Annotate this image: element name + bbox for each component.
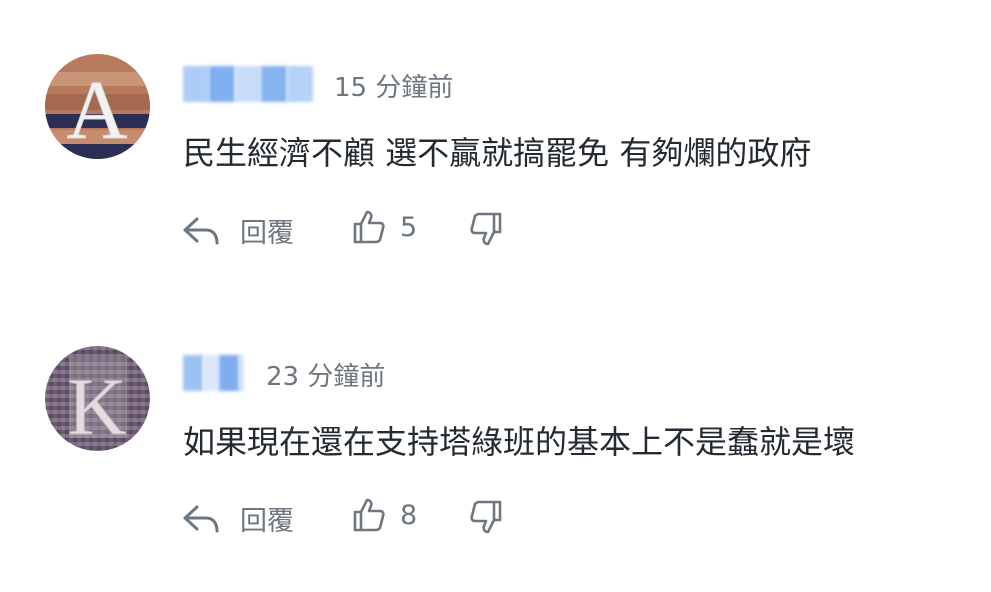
comment-text: 民生經濟不顧 選不贏就搞罷免 有夠爛的政府 — [183, 134, 812, 172]
thumbs-down-icon — [470, 212, 502, 246]
thumbs-down-icon — [470, 500, 502, 534]
comment-timestamp: 23 分鐘前 — [266, 362, 386, 392]
reply-button[interactable]: 回覆 — [182, 499, 294, 538]
comment-text: 如果現在還在支持塔綠班的基本上不是蠢就是壞 — [183, 423, 856, 461]
thumbs-up-icon — [353, 498, 385, 532]
username-redacted[interactable] — [183, 355, 243, 391]
like-button[interactable]: 8 — [352, 497, 417, 533]
avatar[interactable]: A — [45, 54, 150, 159]
reply-label: 回覆 — [240, 506, 294, 537]
avatar-a-image: A — [45, 54, 150, 159]
dislike-button[interactable] — [469, 211, 503, 247]
like-button[interactable]: 5 — [352, 209, 417, 245]
like-count: 8 — [400, 499, 418, 531]
thumbs-up-icon — [353, 210, 385, 244]
like-count: 5 — [400, 211, 418, 243]
dislike-button[interactable] — [469, 499, 503, 535]
username-redacted[interactable] — [183, 66, 313, 102]
reply-label: 回覆 — [240, 218, 294, 249]
comment-timestamp: 15 分鐘前 — [334, 73, 454, 103]
avatar-letter: A — [67, 64, 128, 157]
reply-button[interactable]: 回覆 — [182, 211, 294, 250]
avatar-letter: K — [67, 361, 126, 451]
avatar-k-image: K — [45, 346, 150, 451]
avatar[interactable]: K — [45, 346, 150, 451]
reply-arrow-icon — [183, 217, 219, 244]
reply-arrow-icon — [183, 505, 219, 532]
